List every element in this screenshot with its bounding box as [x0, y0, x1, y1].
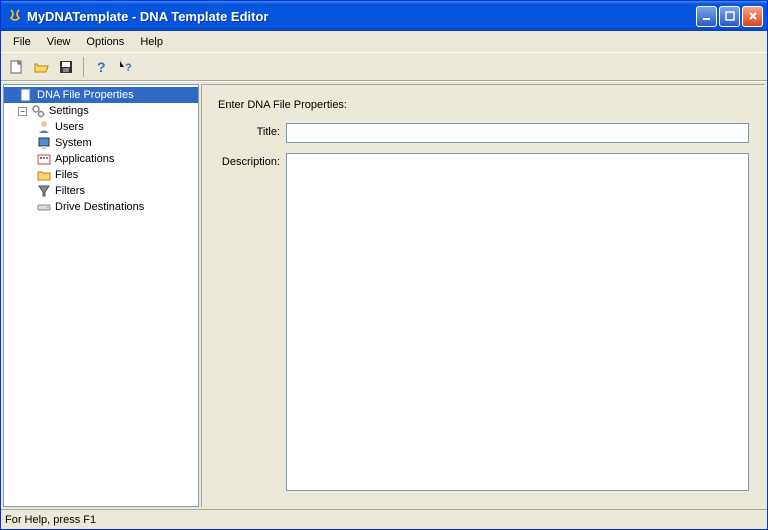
- tree-node-settings[interactable]: − Settings: [4, 103, 198, 119]
- menu-file[interactable]: File: [5, 34, 39, 50]
- tree-node-filters[interactable]: Filters: [4, 183, 198, 199]
- new-button[interactable]: [5, 56, 27, 78]
- statusbar: For Help, press F1: [1, 509, 767, 529]
- collapse-icon[interactable]: −: [18, 107, 27, 116]
- title-label: Title:: [218, 123, 286, 143]
- tree-label: DNA File Properties: [37, 89, 134, 101]
- app-icon: [7, 8, 23, 24]
- tree-panel[interactable]: DNA File Properties − Settings Users Sys…: [3, 84, 199, 507]
- help-button[interactable]: ?: [90, 56, 112, 78]
- form-heading: Enter DNA File Properties:: [218, 99, 749, 111]
- svg-text:?: ?: [97, 59, 106, 75]
- tree-node-dna-file-properties[interactable]: DNA File Properties: [4, 87, 198, 103]
- description-row: Description:: [218, 153, 749, 491]
- tree-node-system[interactable]: System: [4, 135, 198, 151]
- tree-label: Files: [55, 169, 78, 181]
- title-row: Title:: [218, 123, 749, 143]
- window-title: MyDNATemplate - DNA Template Editor: [27, 9, 696, 24]
- toolbar-separator: [83, 57, 84, 77]
- user-icon: [36, 119, 52, 135]
- maximize-button[interactable]: [719, 6, 740, 27]
- tree-node-drive-destinations[interactable]: Drive Destinations: [4, 199, 198, 215]
- funnel-icon: [36, 183, 52, 199]
- monitor-icon: [36, 135, 52, 151]
- drive-icon: [36, 199, 52, 215]
- tree-node-files[interactable]: Files: [4, 167, 198, 183]
- main-panel: Enter DNA File Properties: Title: Descri…: [201, 84, 765, 507]
- svg-text:?: ?: [125, 62, 132, 74]
- tree-node-users[interactable]: Users: [4, 119, 198, 135]
- folder-icon: [36, 167, 52, 183]
- menu-view[interactable]: View: [39, 34, 79, 50]
- menu-help[interactable]: Help: [132, 34, 171, 50]
- toolbar: ? ?: [1, 53, 767, 81]
- menubar: File View Options Help: [1, 31, 767, 53]
- description-label: Description:: [218, 153, 286, 491]
- minimize-button[interactable]: [696, 6, 717, 27]
- save-button[interactable]: [55, 56, 77, 78]
- tree-label: Applications: [55, 153, 114, 165]
- titlebar: MyDNATemplate - DNA Template Editor: [1, 1, 767, 31]
- apps-icon: [36, 151, 52, 167]
- gears-icon: [30, 103, 46, 119]
- close-button[interactable]: [742, 6, 763, 27]
- tree-label: Settings: [49, 105, 89, 117]
- tree-node-applications[interactable]: Applications: [4, 151, 198, 167]
- tree-label: Users: [55, 121, 84, 133]
- status-text: For Help, press F1: [5, 514, 96, 526]
- content-area: DNA File Properties − Settings Users Sys…: [1, 81, 767, 509]
- tree-label: System: [55, 137, 92, 149]
- window-controls: [696, 6, 763, 27]
- document-icon: [18, 87, 34, 103]
- tree-label: Filters: [55, 185, 85, 197]
- open-button[interactable]: [30, 56, 52, 78]
- menu-options[interactable]: Options: [78, 34, 132, 50]
- description-textarea[interactable]: [286, 153, 749, 491]
- title-input[interactable]: [286, 123, 749, 143]
- context-help-button[interactable]: ?: [115, 56, 137, 78]
- tree-label: Drive Destinations: [55, 201, 144, 213]
